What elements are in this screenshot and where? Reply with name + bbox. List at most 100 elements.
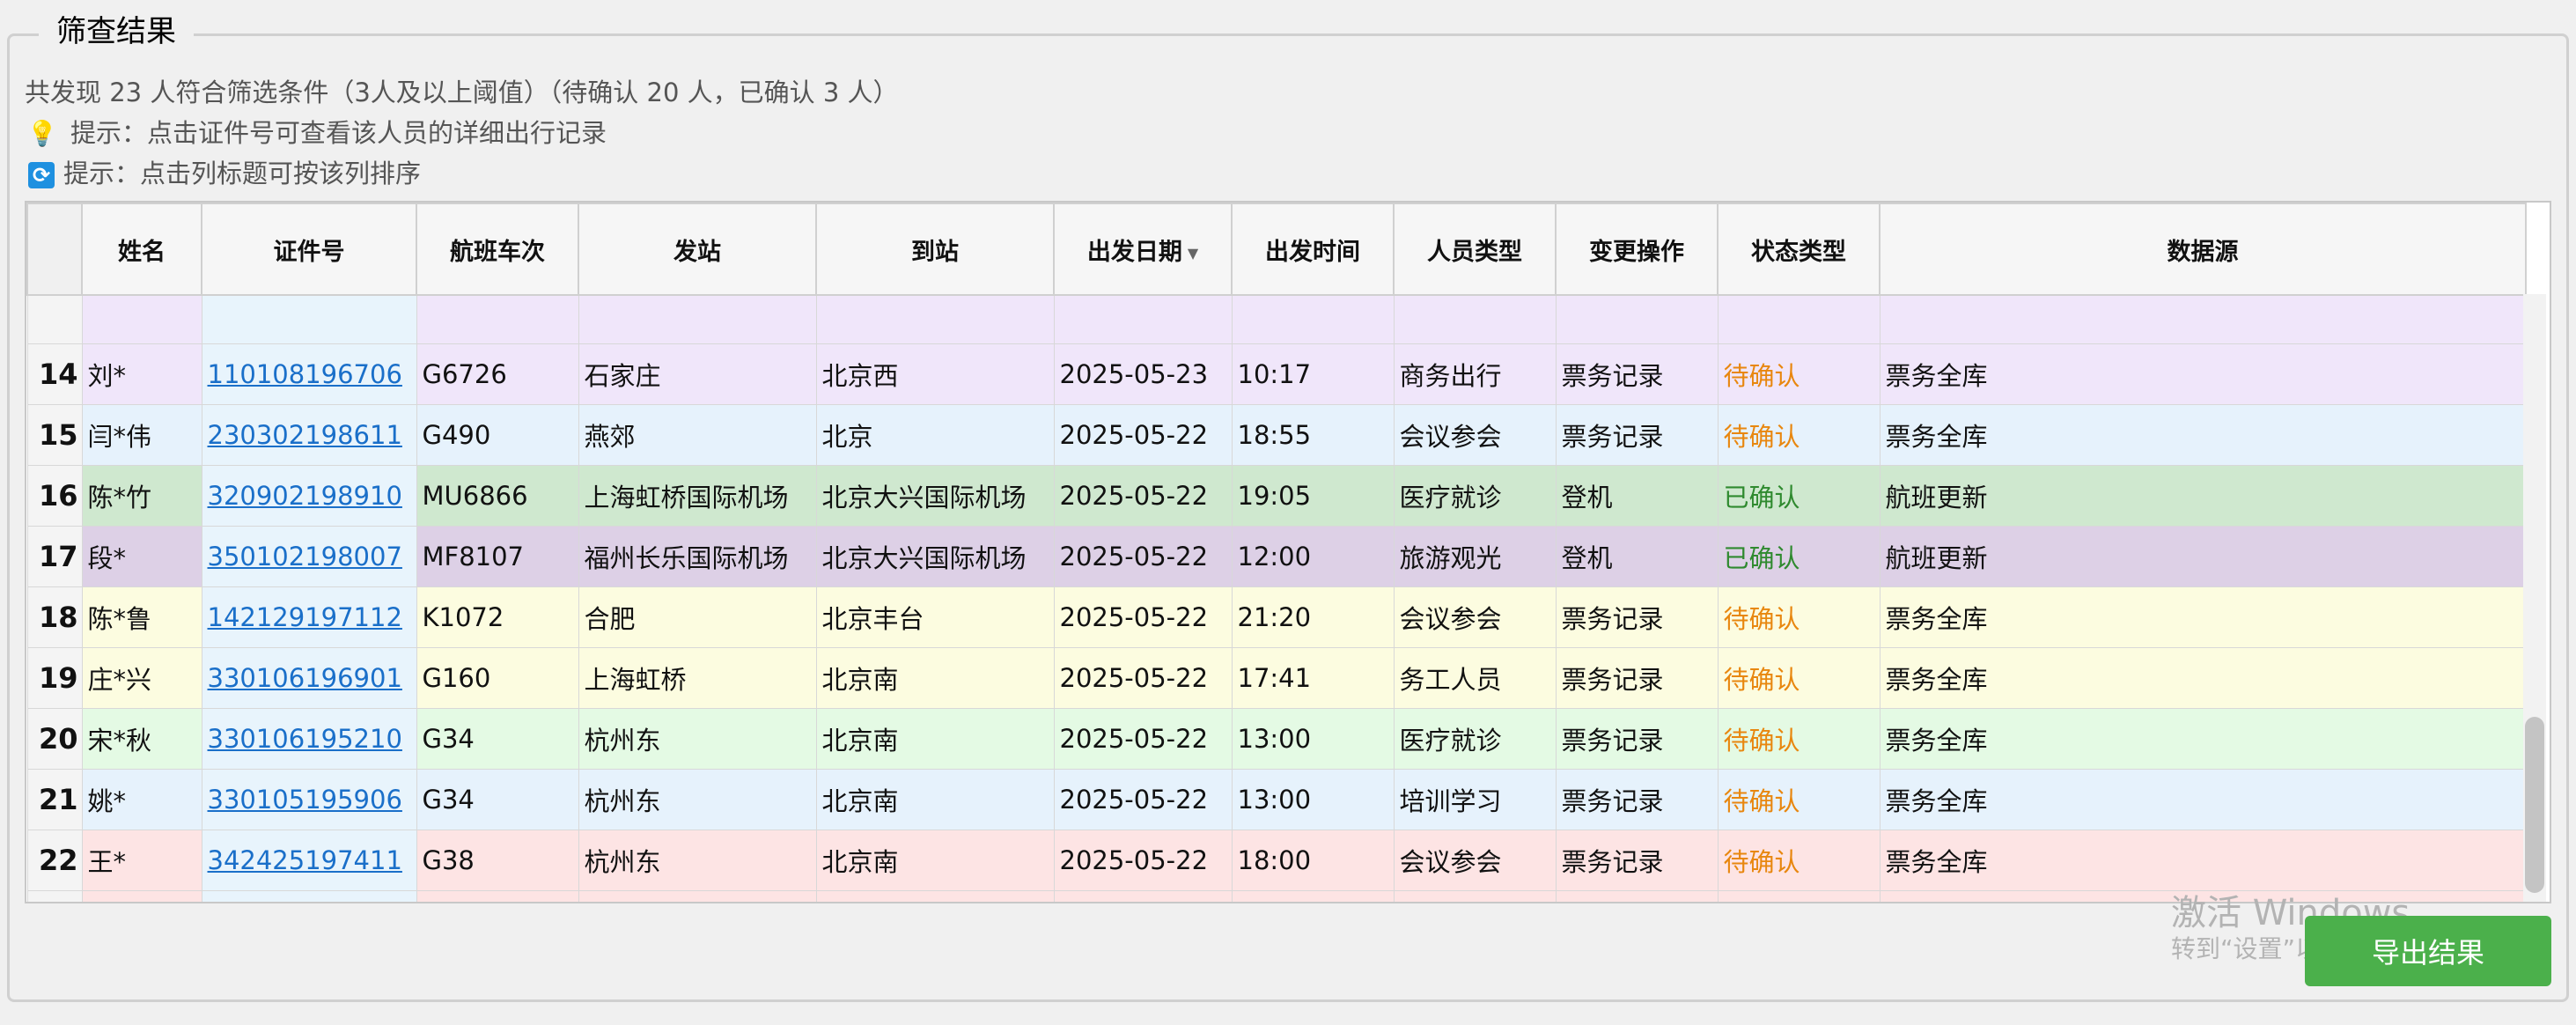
table-row[interactable]	[26, 294, 2527, 344]
id-cell[interactable]: 110108196706	[201, 343, 417, 405]
date-cell: 2025-05-22	[1053, 830, 1233, 891]
table-row[interactable]: 15 闫*伟 230302198611 G490 燕郊 北京 2025-05-22 18:55…	[26, 404, 2527, 466]
from-cell: 杭州萧山国际机场	[578, 890, 817, 902]
trip-cell: G34	[416, 769, 579, 830]
row-number: 20	[26, 708, 83, 770]
source-cell: 票务全库	[1879, 586, 2527, 648]
id-number-link[interactable]: 230302198611	[208, 420, 402, 450]
column-header-status[interactable]: 状态类型	[1717, 203, 1880, 296]
id-number-link[interactable]: 342425197411	[208, 845, 402, 875]
time-cell: 17:41	[1231, 647, 1395, 709]
table-row[interactable]: 19 庄*兴 330106196901 G160 上海虹桥 北京南 2025-05-22 17…	[26, 647, 2527, 709]
person-type-cell: 医疗就诊	[1393, 465, 1557, 527]
id-cell[interactable]: 320902198910	[201, 465, 417, 527]
id-cell[interactable]	[201, 294, 417, 344]
trip-cell: G6726	[416, 343, 579, 405]
lightbulb-icon: 💡	[26, 119, 58, 148]
trip-cell: G160	[416, 647, 579, 709]
id-number-link[interactable]: 330106195210	[208, 724, 402, 754]
id-cell[interactable]: 142129197112	[201, 586, 417, 648]
id-number-link[interactable]: 330106196901	[208, 663, 402, 693]
table-row[interactable]: 20 宋*秋 330106195210 G34 杭州东 北京南 2025-05-22 13:0…	[26, 708, 2527, 770]
column-header-name[interactable]: 姓名	[81, 203, 202, 296]
time-cell: 13:00	[1231, 708, 1395, 770]
to-cell: 北京大兴国际机场	[815, 890, 1055, 902]
column-header-label: 发站	[673, 238, 721, 266]
export-results-button[interactable]: 导出结果	[2305, 916, 2551, 986]
id-number-link[interactable]: 110108196706	[208, 359, 402, 389]
table-row[interactable]: 14 刘* 110108196706 G6726 石家庄 北京西 2025-05-23 10:…	[26, 343, 2527, 405]
column-header-time[interactable]: 出发时间	[1231, 203, 1395, 296]
id-cell[interactable]: 350102198007	[201, 526, 417, 587]
name-cell: 陈*鲁	[81, 586, 202, 648]
table-row[interactable]: 22 王* 342425197411 G38 杭州东 北京南 2025-05-22 18:00…	[26, 830, 2527, 891]
table-row[interactable]: 16 陈*竹 320902198910 MU6866 上海虹桥国际机场 北京大兴国际机场 2…	[26, 465, 2527, 527]
from-cell: 福州长乐国际机场	[578, 526, 817, 587]
status-cell: 待确认	[1717, 404, 1880, 466]
column-header-source[interactable]: 数据源	[1879, 203, 2527, 296]
time-cell: 19:05	[1231, 465, 1395, 527]
column-header-label: 状态类型	[1751, 238, 1846, 266]
group-title: 筛查结果	[39, 7, 194, 50]
table-row[interactable]: 17 段* 350102198007 MF8107 福州长乐国际机场 北京大兴国际机场 20…	[26, 526, 2527, 587]
header-corner	[26, 203, 83, 296]
source-cell	[1879, 294, 2527, 344]
time-cell: 13:00	[1231, 769, 1395, 830]
operation-cell: 登机	[1555, 465, 1719, 527]
vertical-scrollbar[interactable]	[2523, 294, 2546, 902]
id-cell[interactable]: 330106196901	[201, 647, 417, 709]
status-cell: 待确认	[1717, 830, 1880, 891]
id-cell[interactable]: 230302198611	[201, 404, 417, 466]
person-type-cell: 会议参会	[1393, 586, 1557, 648]
from-cell: 上海虹桥	[578, 647, 817, 709]
status-cell: 待确认	[1717, 343, 1880, 405]
from-cell: 燕郊	[578, 404, 817, 466]
source-cell: 票务全库	[1879, 708, 2527, 770]
person-type-cell: 会议参会	[1393, 404, 1557, 466]
id-number-link[interactable]: 142129197112	[208, 602, 402, 632]
id-cell[interactable]: 330105195906	[201, 769, 417, 830]
id-cell[interactable]: 342425197411	[201, 830, 417, 891]
row-number: 19	[26, 647, 83, 709]
from-cell: 上海虹桥国际机场	[578, 465, 817, 527]
operation-cell: 票务记录	[1555, 769, 1719, 830]
row-number: 18	[26, 586, 83, 648]
table-header-row: 姓名 证件号 航班车次 发站 到站 出发日期 ▼ 出发时间 人员类型 变更操作 状…	[26, 203, 2527, 296]
id-number-link[interactable]: 320902198910	[208, 481, 402, 511]
results-table: 姓名 证件号 航班车次 发站 到站 出发日期 ▼ 出发时间 人员类型 变更操作 状…	[25, 201, 2551, 903]
column-header-trip[interactable]: 航班车次	[416, 203, 579, 296]
column-header-label: 出发时间	[1265, 238, 1360, 266]
column-header-date[interactable]: 出发日期 ▼	[1053, 203, 1233, 296]
person-type-cell: 务工人员	[1393, 647, 1557, 709]
table-row[interactable]: 18 陈*鲁 142129197112 K1072 合肥 北京丰台 2025-05-22 21…	[26, 586, 2527, 648]
id-number-link[interactable]: 330105195906	[208, 785, 402, 815]
from-cell: 杭州东	[578, 769, 817, 830]
tip-row-1: 💡 提示：点击证件号可查看该人员的详细出行记录	[25, 113, 607, 150]
row-number: 23	[26, 890, 83, 902]
id-cell[interactable]: 330106195210	[201, 708, 417, 770]
table-row[interactable]: 23吴*峰370203198103CA8367杭州萧山国际机场北京大兴国际机场2…	[26, 890, 2527, 902]
column-header-person-type[interactable]: 人员类型	[1393, 203, 1557, 296]
status-cell: 待确认	[1717, 769, 1880, 830]
operation-cell	[1555, 294, 1719, 344]
column-header-id[interactable]: 证件号	[201, 203, 417, 296]
name-cell: 王*	[81, 830, 202, 891]
column-header-operation[interactable]: 变更操作	[1555, 203, 1719, 296]
time-cell: 18:00	[1231, 830, 1395, 891]
row-number: 16	[26, 465, 83, 527]
from-cell: 杭州东	[578, 708, 817, 770]
id-number-link[interactable]: 350102198007	[208, 542, 402, 571]
scrollbar-thumb[interactable]	[2525, 717, 2544, 893]
time-cell: 18:55	[1231, 404, 1395, 466]
column-header-label: 航班车次	[450, 238, 545, 266]
time-cell: 16:10	[1231, 890, 1395, 902]
status-cell: 待确认	[1717, 586, 1880, 648]
id-cell[interactable]: 370203198103	[201, 890, 417, 902]
status-cell: 待确认	[1717, 890, 1880, 902]
person-type-cell: 商务出行	[1393, 343, 1557, 405]
source-cell: 票务全库	[1879, 404, 2527, 466]
trip-cell: G490	[416, 404, 579, 466]
column-header-from[interactable]: 发站	[578, 203, 817, 296]
column-header-to[interactable]: 到站	[815, 203, 1055, 296]
table-row[interactable]: 21 姚* 330105195906 G34 杭州东 北京南 2025-05-22 13:00…	[26, 769, 2527, 830]
